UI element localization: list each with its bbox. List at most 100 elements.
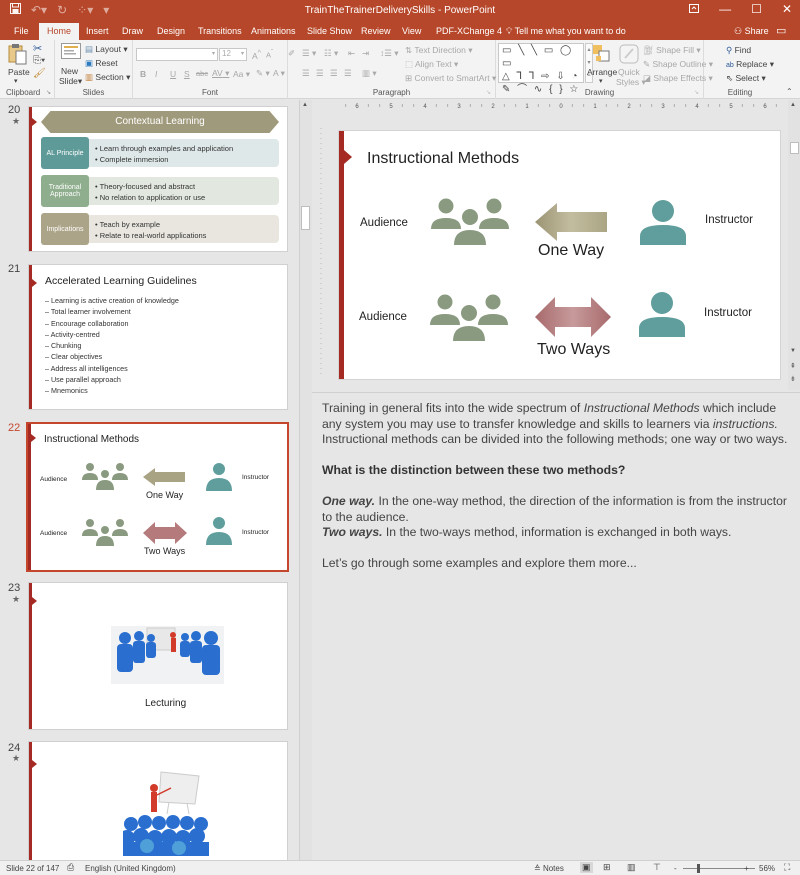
align-left-icon[interactable]: ☰ — [302, 68, 310, 79]
slide-scrollbar[interactable]: ▲ ▼ ⇞ ⇟ — [788, 100, 800, 390]
font-name-input[interactable]: ▾ — [136, 48, 218, 61]
audience-label[interactable]: Audience — [360, 217, 408, 229]
slide-thumbnails-pane[interactable]: 20 ★ Contextual Learning • Learn through… — [0, 100, 300, 860]
new-slide-button[interactable] — [61, 43, 81, 61]
tab-review[interactable]: Review — [361, 26, 391, 36]
normal-view-icon[interactable]: ▣ — [580, 862, 593, 873]
reset-button[interactable]: ▣ Reset — [85, 58, 118, 69]
thumbnails-scrollbar[interactable]: ▲ — [300, 100, 312, 860]
align-center-icon[interactable]: ☰ — [316, 68, 324, 79]
zoom-in-button[interactable]: + — [744, 864, 749, 873]
grow-font-button[interactable]: A^ — [252, 49, 261, 61]
character-spacing-button[interactable]: AV ▾ — [212, 68, 229, 79]
share-button[interactable]: ⚇ Share — [734, 26, 769, 37]
drawing-launcher-icon[interactable]: ↘ — [694, 89, 699, 96]
copy-icon[interactable]: ⎘▾ — [33, 55, 45, 66]
tab-design[interactable]: Design — [157, 26, 185, 36]
underline-button[interactable]: U — [170, 69, 176, 79]
tab-home[interactable]: Home — [39, 23, 80, 40]
scrollbar-thumb[interactable] — [790, 142, 799, 154]
find-button[interactable]: ⚲ Find — [726, 45, 751, 56]
fit-to-window-icon[interactable]: ⛶ — [784, 862, 790, 873]
strikethrough-button[interactable]: abc — [196, 69, 208, 78]
instructor-icon[interactable] — [639, 291, 685, 337]
vertical-ruler[interactable] — [318, 128, 324, 378]
paste-button[interactable] — [8, 43, 28, 67]
section-button[interactable]: ▥ Section ▾ — [85, 72, 130, 83]
cut-icon[interactable]: ✂ — [33, 42, 42, 55]
slide-thumbnail-22[interactable]: Instructional Methods Audience One Way I… — [26, 422, 289, 572]
slide-thumbnail-20[interactable]: Contextual Learning • Learn through exam… — [28, 106, 288, 252]
shape-outline-button[interactable]: ✎ Shape Outline ▾ — [643, 59, 713, 70]
paste-dropdown-icon[interactable]: ▾ — [14, 77, 18, 85]
one-way-arrow-icon[interactable] — [535, 203, 607, 241]
slide-thumbnail-24[interactable] — [28, 741, 288, 860]
slide-thumbnail-23[interactable]: Lecturing — [28, 582, 288, 730]
dropdown-arrow-icon[interactable]: ▾ — [212, 50, 215, 57]
maximize-button[interactable]: ☐ — [751, 2, 762, 16]
spell-check-icon[interactable]: ⎙ — [67, 862, 74, 873]
shape-fill-button[interactable]: ⛽︎ Shape Fill ▾ — [643, 45, 701, 56]
reading-view-icon[interactable]: ▥ — [627, 862, 636, 873]
shrink-font-button[interactable]: Aˇ — [266, 49, 273, 60]
tab-transitions[interactable]: Transitions — [198, 26, 242, 36]
audience-label[interactable]: Audience — [359, 311, 407, 323]
notes-pane[interactable]: Training in general fits into the wide s… — [312, 392, 800, 857]
decrease-indent-icon[interactable]: ⇤ — [348, 48, 355, 59]
shadow-button[interactable]: S — [184, 69, 190, 79]
one-way-caption[interactable]: One Way — [538, 242, 604, 260]
tab-animations[interactable]: Animations — [251, 26, 296, 36]
paragraph-launcher-icon[interactable]: ↘ — [486, 89, 491, 96]
zoom-out-button[interactable]: - — [674, 864, 677, 873]
collapse-ribbon-icon[interactable]: ⌃ — [786, 87, 793, 96]
scroll-up-icon[interactable]: ▲ — [790, 102, 796, 108]
zoom-level[interactable]: 56% — [759, 864, 775, 873]
two-way-arrow-icon[interactable] — [535, 297, 611, 337]
slide-thumbnail-21[interactable]: Accelerated Learning Guidelines – Learni… — [28, 264, 288, 410]
tab-pdf-xchange[interactable]: PDF-XChange 4 — [436, 26, 502, 36]
convert-smartart-button[interactable]: ⊞ Convert to SmartArt ▾ — [405, 73, 496, 84]
quick-styles-button[interactable] — [619, 44, 639, 66]
italic-button[interactable]: I — [155, 69, 157, 79]
close-button[interactable]: ✕ — [782, 2, 792, 16]
slide-canvas[interactable]: Instructional Methods Audience One Way I… — [338, 130, 781, 380]
change-case-button[interactable]: Aa ▾ — [233, 69, 250, 80]
minimize-button[interactable]: — — [719, 2, 731, 16]
justify-icon[interactable]: ☰ — [344, 68, 352, 79]
instructor-label[interactable]: Instructor — [704, 307, 752, 319]
instructor-icon[interactable] — [640, 199, 686, 245]
tab-insert[interactable]: Insert — [86, 26, 109, 36]
arrange-button[interactable] — [592, 44, 612, 66]
comments-icon[interactable]: ▭ — [776, 24, 786, 37]
previous-slide-icon[interactable]: ⇞ — [790, 362, 796, 370]
text-direction-button[interactable]: ⇅ Text Direction ▾ — [405, 45, 472, 56]
bold-button[interactable]: B — [140, 69, 146, 79]
numbering-button[interactable]: ☷ ▾ — [324, 48, 338, 59]
highlight-button[interactable]: ✎ ▾ — [256, 68, 270, 79]
ribbon-display-options-icon[interactable] — [689, 2, 700, 16]
tell-me-search[interactable]: 💡︎ Tell me what you want to do — [506, 26, 626, 37]
tab-view[interactable]: View — [402, 26, 421, 36]
align-text-button[interactable]: ⬚ Align Text ▾ — [405, 59, 458, 70]
increase-indent-icon[interactable]: ⇥ — [362, 48, 369, 59]
scrollbar-thumb[interactable] — [301, 206, 310, 230]
select-button[interactable]: ⇖ Select ▾ — [726, 73, 766, 84]
font-size-input[interactable]: 12 ▾ — [219, 48, 247, 61]
clipboard-launcher-icon[interactable]: ↘ — [46, 89, 51, 96]
font-color-button[interactable]: A ▾ — [273, 68, 285, 79]
dropdown-arrow-icon[interactable]: ▾ — [241, 50, 244, 57]
bullets-button[interactable]: ☰ ▾ — [302, 48, 316, 59]
format-painter-icon[interactable]: 🖌︎ — [33, 68, 46, 79]
layout-button[interactable]: ▤ Layout ▾ — [85, 44, 128, 55]
tab-slide-show[interactable]: Slide Show — [307, 26, 352, 36]
scroll-down-icon[interactable]: ▼ — [790, 348, 796, 354]
line-spacing-button[interactable]: ↕☰ ▾ — [380, 48, 399, 59]
zoom-slider-handle[interactable] — [697, 864, 700, 873]
tab-draw[interactable]: Draw — [122, 26, 143, 36]
audience-group-icon[interactable] — [431, 198, 509, 246]
next-slide-icon[interactable]: ⇟ — [790, 375, 796, 383]
slide-sorter-icon[interactable]: ⊞ — [603, 862, 611, 873]
language-indicator[interactable]: English (United Kingdom) — [85, 864, 176, 873]
slide-title[interactable]: Instructional Methods — [367, 150, 519, 168]
shape-effects-button[interactable]: ◪ Shape Effects ▾ — [643, 73, 713, 84]
